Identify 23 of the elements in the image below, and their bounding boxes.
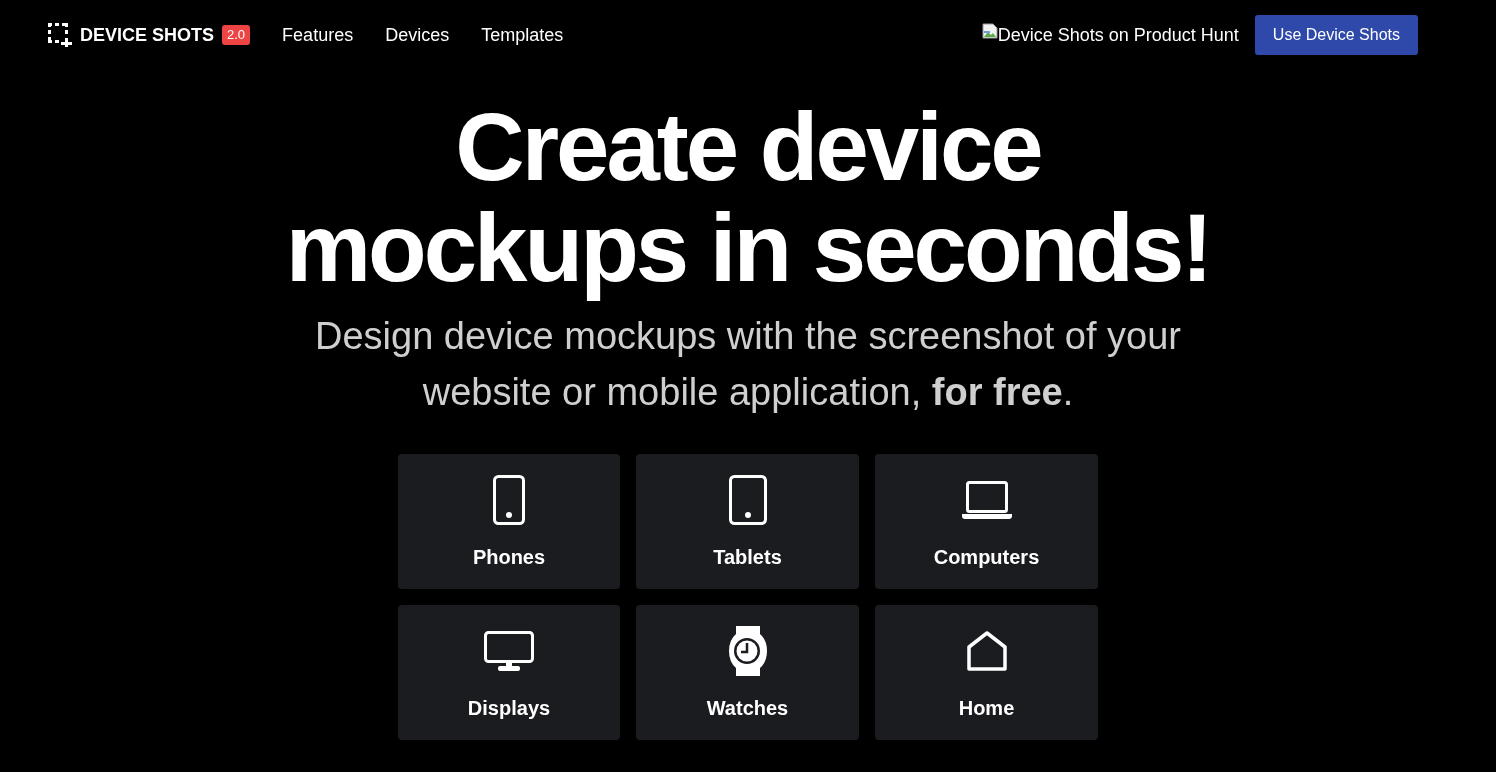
hero-subtitle: Design device mockups with the screenshot of your website or mobile application, for free. — [314, 314, 1182, 415]
logo-link[interactable]: DEVICE SHOTS — [48, 21, 215, 49]
product-hunt-link[interactable]: Device Shots on Product Hunt — [981, 21, 1239, 49]
category-card[interactable]: Phones — [398, 454, 620, 589]
version-badge: 2.0 — [222, 25, 251, 45]
laptop-icon — [961, 481, 1012, 519]
category-card[interactable]: Computers — [875, 454, 1098, 589]
logo-icon — [48, 23, 72, 47]
broken-image-icon — [981, 22, 998, 39]
nav-link[interactable]: Features — [282, 21, 354, 49]
brand-name: DEVICE SHOTS — [80, 23, 215, 47]
monitor-icon — [484, 631, 534, 671]
nav-link[interactable]: Templates — [481, 21, 564, 49]
use-device-shots-button[interactable]: Use Device Shots — [1254, 15, 1418, 55]
house-icon — [966, 631, 1007, 671]
category-card[interactable]: Displays — [398, 605, 620, 740]
phone-icon — [493, 475, 525, 525]
category-card[interactable]: Tablets — [636, 454, 859, 589]
nav-link[interactable]: Devices — [385, 21, 450, 49]
category-card[interactable]: Watches — [636, 605, 859, 740]
watch-icon — [727, 626, 768, 676]
tablet-icon — [728, 475, 767, 525]
category-card[interactable]: Home — [875, 605, 1098, 740]
